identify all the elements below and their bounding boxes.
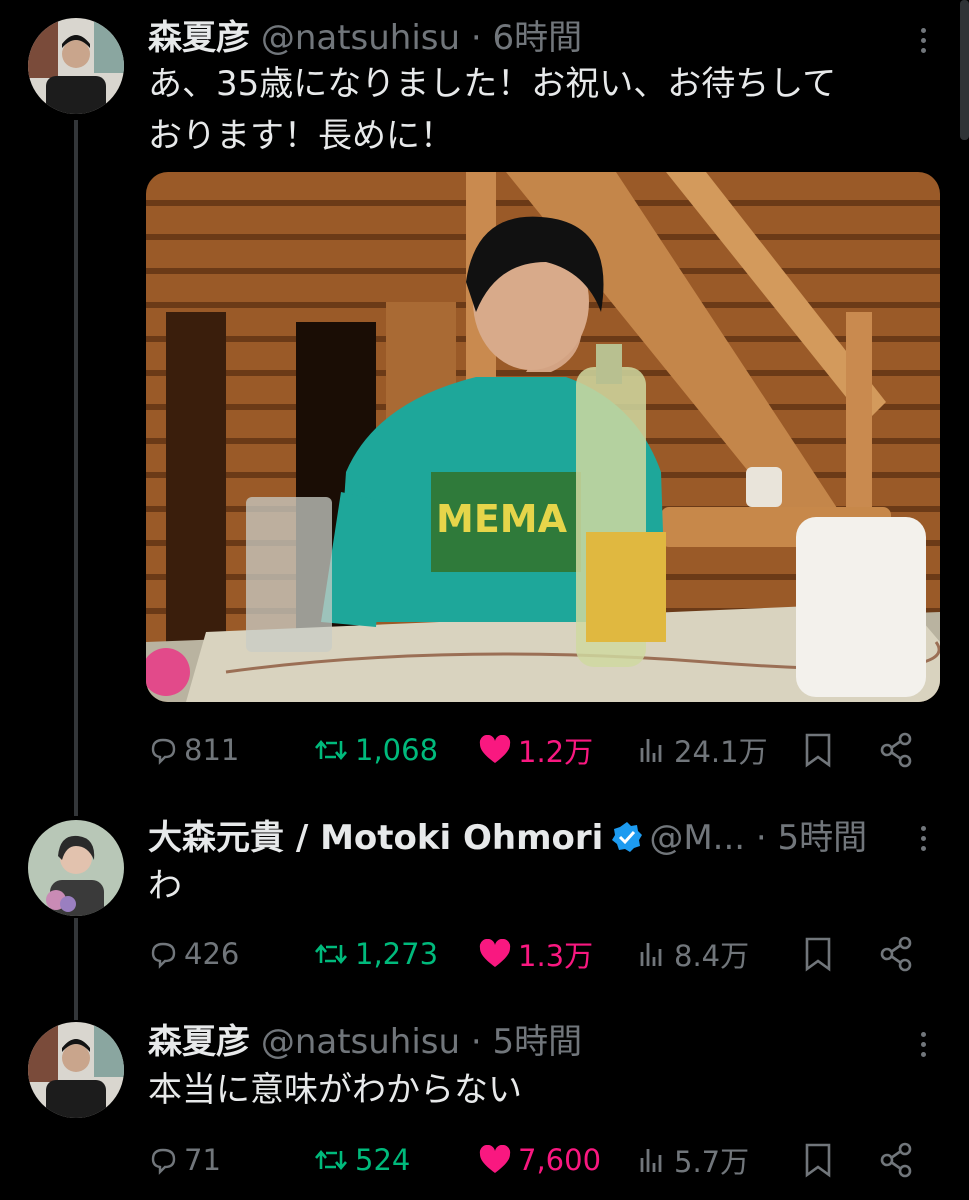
- views-button[interactable]: 24.1万: [638, 728, 768, 772]
- retweet-arrows-icon: [315, 1149, 347, 1171]
- tweet-header: 森夏彦 @natsuhisu · 5時間: [148, 1022, 583, 1062]
- timestamp[interactable]: 5時間: [778, 818, 868, 858]
- bookmark-icon: [805, 733, 831, 768]
- bar-chart-icon: [640, 943, 662, 966]
- retweet-button[interactable]: 1,068: [313, 728, 438, 772]
- share-button[interactable]: [878, 728, 920, 772]
- speech-bubble-icon: [151, 738, 176, 765]
- share-icon: [880, 732, 912, 768]
- views-button[interactable]: 8.4万: [638, 932, 749, 976]
- tweet-text: わ: [148, 866, 182, 906]
- timestamp[interactable]: 5時間: [493, 1022, 583, 1062]
- handle[interactable]: @M...: [649, 818, 745, 858]
- views-button[interactable]: 5.7万: [638, 1138, 749, 1182]
- share-icon: [880, 936, 912, 972]
- tweet-text: あ、35歳になりました！お祝い、お待ちして おります！長めに！: [148, 64, 837, 156]
- bookmark-icon: [805, 1143, 831, 1178]
- display-name[interactable]: 大森元貴 / Motoki Ohmori: [148, 818, 603, 858]
- retweet-arrows-icon: [315, 943, 347, 965]
- retweet-count: 524: [355, 1143, 411, 1177]
- share-button[interactable]: [878, 1138, 920, 1182]
- tweet[interactable]: 森夏彦 @natsuhisu · 6時間 あ、35歳になりました！お祝い、お待ち…: [0, 0, 969, 800]
- avatar[interactable]: [28, 820, 124, 916]
- heart-filled-icon: [479, 1145, 511, 1173]
- heart-filled-icon: [479, 735, 511, 763]
- share-icon: [880, 1142, 912, 1178]
- handle[interactable]: @natsuhisu: [261, 1022, 460, 1062]
- timestamp[interactable]: 6時間: [493, 18, 583, 58]
- scrollbar-thumb[interactable]: [960, 0, 969, 140]
- speech-bubble-icon: [151, 1148, 176, 1175]
- like-count: 1.2万: [518, 735, 594, 769]
- display-name[interactable]: 森夏彦: [148, 18, 250, 58]
- retweet-count: 1,068: [355, 733, 439, 767]
- verified-badge-icon: [612, 822, 643, 852]
- like-count: 7,600: [518, 1143, 602, 1177]
- handle[interactable]: @natsuhisu: [261, 18, 460, 58]
- bookmark-button[interactable]: [803, 1138, 839, 1182]
- avatar[interactable]: [28, 1022, 124, 1118]
- reply-count: 71: [184, 1143, 221, 1177]
- share-button[interactable]: [878, 932, 920, 976]
- reply-button[interactable]: 71: [148, 1138, 221, 1182]
- reply-count: 426: [184, 937, 240, 971]
- reply-button[interactable]: 811: [148, 728, 239, 772]
- more-options-icon[interactable]: [919, 1032, 929, 1062]
- display-name[interactable]: 森夏彦: [148, 1022, 250, 1062]
- retweet-button[interactable]: 1,273: [313, 932, 438, 976]
- tweet[interactable]: 森夏彦 @natsuhisu · 5時間 本当に意味がわからない 71 524 …: [0, 1010, 969, 1200]
- svg-text:MEMA: MEMA: [436, 497, 568, 541]
- tweet-actions: 811 1,068 1.2万 24.1万: [148, 728, 928, 772]
- more-options-icon[interactable]: [919, 28, 929, 58]
- view-count: 8.4万: [674, 939, 750, 973]
- tweet-actions: 71 524 7,600 5.7万: [148, 1138, 928, 1182]
- retweet-button[interactable]: 524: [313, 1138, 410, 1182]
- tweet-text: 本当に意味がわからない: [148, 1070, 522, 1110]
- speech-bubble-icon: [151, 942, 176, 969]
- bookmark-icon: [805, 937, 831, 972]
- like-button[interactable]: 1.2万: [478, 728, 593, 772]
- bookmark-button[interactable]: [803, 932, 839, 976]
- avatar[interactable]: [28, 18, 124, 114]
- tweet-photo[interactable]: MEMA: [146, 172, 940, 702]
- reply-count: 811: [184, 733, 240, 767]
- bar-chart-icon: [640, 1149, 662, 1172]
- bar-chart-icon: [640, 739, 662, 762]
- tweet-header: 森夏彦 @natsuhisu · 6時間: [148, 18, 583, 58]
- bookmark-button[interactable]: [803, 728, 839, 772]
- like-button[interactable]: 1.3万: [478, 932, 593, 976]
- like-button[interactable]: 7,600: [478, 1138, 601, 1182]
- tweet-actions: 426 1,273 1.3万 8.4万: [148, 932, 928, 976]
- retweet-count: 1,273: [355, 937, 439, 971]
- reply-button[interactable]: 426: [148, 932, 239, 976]
- view-count: 24.1万: [674, 735, 768, 769]
- retweet-arrows-icon: [315, 739, 347, 761]
- tweet-header: 大森元貴 / Motoki Ohmori @M... · 5時間: [148, 818, 868, 858]
- like-count: 1.3万: [518, 939, 594, 973]
- tweet[interactable]: 大森元貴 / Motoki Ohmori @M... · 5時間 わ 426 1,…: [0, 800, 969, 1010]
- view-count: 5.7万: [674, 1145, 750, 1179]
- more-options-icon[interactable]: [919, 826, 929, 856]
- heart-filled-icon: [479, 939, 511, 967]
